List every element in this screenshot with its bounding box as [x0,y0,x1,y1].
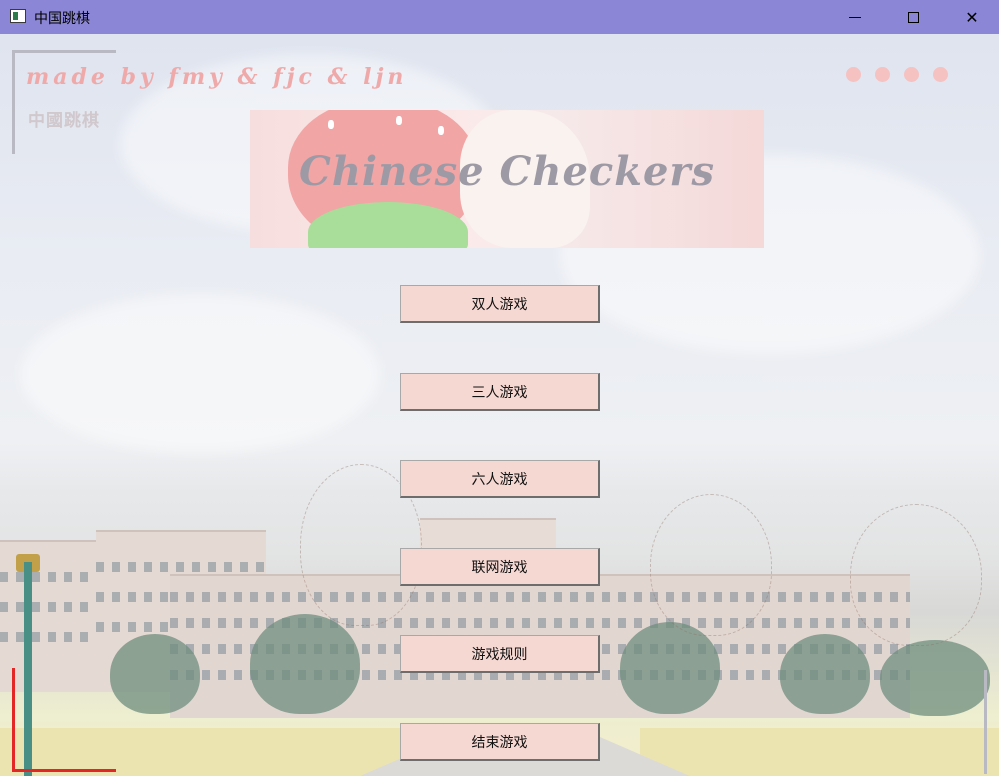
tree [780,634,870,714]
corner-frame-bottom-right [984,670,987,774]
title-banner: Chinese Checkers [250,110,764,248]
credit-text: made by fmy & fjc & ljn [26,64,408,90]
corner-frame-bottom-left [12,769,116,772]
banner-title: Chinese Checkers [298,148,716,195]
street-lamp-pole [24,562,32,776]
decor-dot [933,67,948,82]
three-player-button[interactable]: 三人游戏 [400,373,600,411]
window-title: 中国跳棋 [34,11,90,27]
maximize-icon [907,11,919,23]
window-titlebar[interactable]: 中国跳棋 ✕ [0,0,999,34]
main-menu-background: made by fmy & fjc & ljn 中國跳棋 Chinese Che… [0,34,999,776]
tree [110,634,200,714]
two-player-button[interactable]: 双人游戏 [400,285,600,323]
close-icon: ✕ [965,7,979,27]
six-player-button[interactable]: 六人游戏 [400,460,600,498]
subtitle-text: 中國跳棋 [28,111,100,131]
decor-dots [846,67,948,82]
app-icon [10,9,26,23]
minimize-button[interactable] [832,0,878,34]
decor-dot [904,67,919,82]
corner-frame-bottom-left [12,668,15,772]
lawn-right [640,728,999,776]
tree [250,614,360,714]
decor-dot [846,67,861,82]
tree-bare [650,494,772,636]
minimize-icon [849,16,861,18]
close-button[interactable]: ✕ [949,0,995,34]
corner-frame-top-left [12,50,15,154]
corner-frame-top-left [12,50,116,53]
maximize-button[interactable] [890,0,936,34]
game-rules-button[interactable]: 游戏规则 [400,635,600,673]
decor-dot [875,67,890,82]
online-game-button[interactable]: 联网游戏 [400,548,600,586]
tree [880,640,990,716]
exit-game-button[interactable]: 结束游戏 [400,723,600,761]
tree-bare [850,504,982,646]
cloud [20,294,380,454]
